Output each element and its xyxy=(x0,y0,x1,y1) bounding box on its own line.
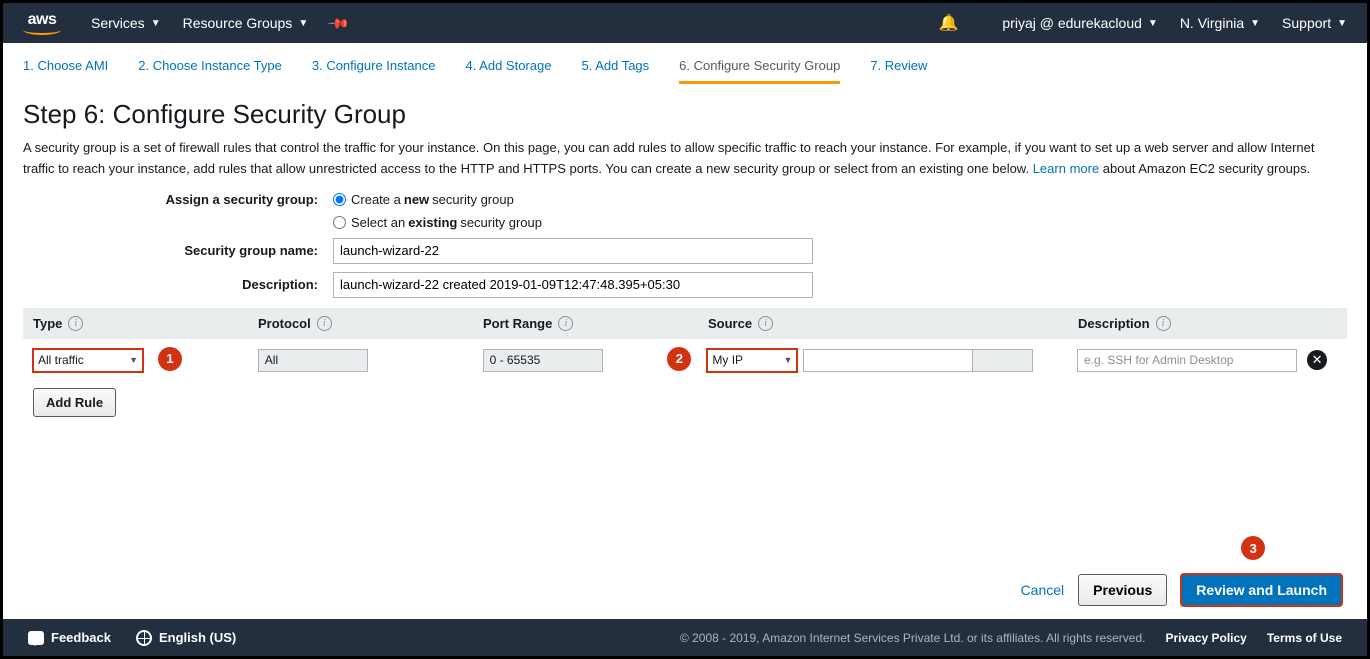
radio-create-new[interactable]: Create a new security group xyxy=(333,192,514,207)
col-source-label: Source xyxy=(708,316,752,331)
chevron-down-icon: ▼ xyxy=(1148,18,1158,29)
info-icon[interactable]: i xyxy=(317,316,332,331)
radio-select-existing[interactable]: Select an existing security group xyxy=(333,215,542,230)
radio-existing-input[interactable] xyxy=(333,216,346,229)
info-icon[interactable]: i xyxy=(68,316,83,331)
col-protocol-label: Protocol xyxy=(258,316,311,331)
callout-badge-1: 1 xyxy=(158,347,182,371)
chevron-down-icon: ▼ xyxy=(783,355,792,365)
feedback-button[interactable]: Feedback xyxy=(28,630,111,645)
page-content: Step 6: Configure Security Group A secur… xyxy=(3,84,1367,432)
info-icon[interactable]: i xyxy=(758,316,773,331)
resource-groups-label: Resource Groups xyxy=(183,15,293,31)
notifications-button[interactable]: 🔔 xyxy=(938,13,980,33)
radio-existing-post: security group xyxy=(460,215,542,230)
copyright-text: © 2008 - 2019, Amazon Internet Services … xyxy=(680,631,1146,645)
sg-name-label: Security group name: xyxy=(23,243,333,258)
wizard-actions: Cancel Previous 3 Review and Launch xyxy=(1021,574,1342,606)
aws-logo[interactable]: aws xyxy=(23,11,61,35)
radio-new-pre: Create a xyxy=(351,192,401,207)
info-icon[interactable]: i xyxy=(558,316,573,331)
chevron-down-icon: ▼ xyxy=(1337,18,1347,29)
wizard-tabs: 1. Choose AMI 2. Choose Instance Type 3.… xyxy=(3,43,1367,84)
sg-desc-input[interactable] xyxy=(333,272,813,298)
tab-configure-instance[interactable]: 3. Configure Instance xyxy=(312,58,436,84)
tab-add-tags[interactable]: 5. Add Tags xyxy=(581,58,649,84)
globe-icon xyxy=(136,630,152,646)
tab-security-group[interactable]: 6. Configure Security Group xyxy=(679,58,840,84)
callout-badge-2: 2 xyxy=(667,347,691,371)
rule-source-select[interactable]: My IP ▼ xyxy=(707,349,797,372)
previous-button[interactable]: Previous xyxy=(1078,574,1167,606)
rules-table: Typei Protocoli Port Rangei Sourcei Desc… xyxy=(23,308,1347,382)
rule-source-extra xyxy=(973,349,1033,372)
chevron-down-icon: ▼ xyxy=(298,18,308,29)
rule-row: All traffic ▼ 1 All 0 - 65535 2 My xyxy=(23,339,1347,382)
col-type-label: Type xyxy=(33,316,62,331)
support-menu[interactable]: Support ▼ xyxy=(1282,15,1347,31)
rule-protocol-field: All xyxy=(258,349,368,372)
desc-text-after: about Amazon EC2 security groups. xyxy=(1099,161,1310,176)
tab-add-storage[interactable]: 4. Add Storage xyxy=(465,58,551,84)
callout-badge-3: 3 xyxy=(1241,536,1265,560)
top-nav: aws Services ▼ Resource Groups ▼ 📌 🔔 pri… xyxy=(3,3,1367,43)
bell-icon: 🔔 xyxy=(938,13,958,33)
chevron-down-icon: ▼ xyxy=(129,355,138,365)
services-menu[interactable]: Services ▼ xyxy=(91,15,161,31)
learn-more-link[interactable]: Learn more xyxy=(1033,161,1099,176)
radio-existing-bold: existing xyxy=(408,215,457,230)
chevron-down-icon: ▼ xyxy=(151,18,161,29)
region-label: N. Virginia xyxy=(1180,15,1244,31)
radio-create-new-input[interactable] xyxy=(333,193,346,206)
rule-type-select[interactable]: All traffic ▼ xyxy=(33,349,143,372)
tab-review[interactable]: 7. Review xyxy=(870,58,927,84)
sg-name-input[interactable] xyxy=(333,238,813,264)
close-icon: ✕ xyxy=(1312,352,1323,368)
radio-new-bold: new xyxy=(404,192,429,207)
footer: Feedback English (US) © 2008 - 2019, Ama… xyxy=(3,619,1367,656)
rule-source-value: My IP xyxy=(712,353,743,367)
cancel-link[interactable]: Cancel xyxy=(1021,582,1065,598)
account-label: priyaj @ edurekacloud xyxy=(1002,15,1142,31)
chat-icon xyxy=(28,631,44,645)
language-label: English (US) xyxy=(159,630,236,645)
rule-description-input[interactable] xyxy=(1077,349,1297,372)
resource-groups-menu[interactable]: Resource Groups ▼ xyxy=(183,15,309,31)
rule-port-value: 0 - 65535 xyxy=(490,353,541,367)
tab-instance-type[interactable]: 2. Choose Instance Type xyxy=(138,58,282,84)
col-port-label: Port Range xyxy=(483,316,552,331)
tab-choose-ami[interactable]: 1. Choose AMI xyxy=(23,58,108,84)
assign-sg-label: Assign a security group: xyxy=(23,192,333,207)
region-menu[interactable]: N. Virginia ▼ xyxy=(1180,15,1260,31)
delete-rule-button[interactable]: ✕ xyxy=(1307,350,1327,370)
rule-type-value: All traffic xyxy=(38,353,84,367)
services-label: Services xyxy=(91,15,145,31)
aws-smile-icon xyxy=(23,25,61,35)
sg-desc-label: Description: xyxy=(23,277,333,292)
language-selector[interactable]: English (US) xyxy=(136,630,236,646)
rule-source-ip-input[interactable] xyxy=(803,349,973,372)
feedback-label: Feedback xyxy=(51,630,111,645)
support-label: Support xyxy=(1282,15,1331,31)
rules-header: Typei Protocoli Port Rangei Sourcei Desc… xyxy=(23,308,1347,339)
privacy-policy-link[interactable]: Privacy Policy xyxy=(1165,631,1246,645)
add-rule-button[interactable]: Add Rule xyxy=(33,388,116,417)
rule-port-field: 0 - 65535 xyxy=(483,349,603,372)
review-and-launch-button[interactable]: Review and Launch xyxy=(1181,574,1342,606)
col-desc-label: Description xyxy=(1078,316,1150,331)
radio-existing-pre: Select an xyxy=(351,215,405,230)
rule-protocol-value: All xyxy=(265,353,278,367)
page-title: Step 6: Configure Security Group xyxy=(23,99,1347,130)
info-icon[interactable]: i xyxy=(1156,316,1171,331)
pin-button[interactable]: 📌 xyxy=(330,15,347,32)
account-menu[interactable]: priyaj @ edurekacloud ▼ xyxy=(1002,15,1157,31)
chevron-down-icon: ▼ xyxy=(1250,18,1260,29)
pin-icon: 📌 xyxy=(327,11,351,35)
terms-of-use-link[interactable]: Terms of Use xyxy=(1267,631,1342,645)
radio-new-post: security group xyxy=(432,192,514,207)
page-description: A security group is a set of firewall ru… xyxy=(23,138,1347,180)
